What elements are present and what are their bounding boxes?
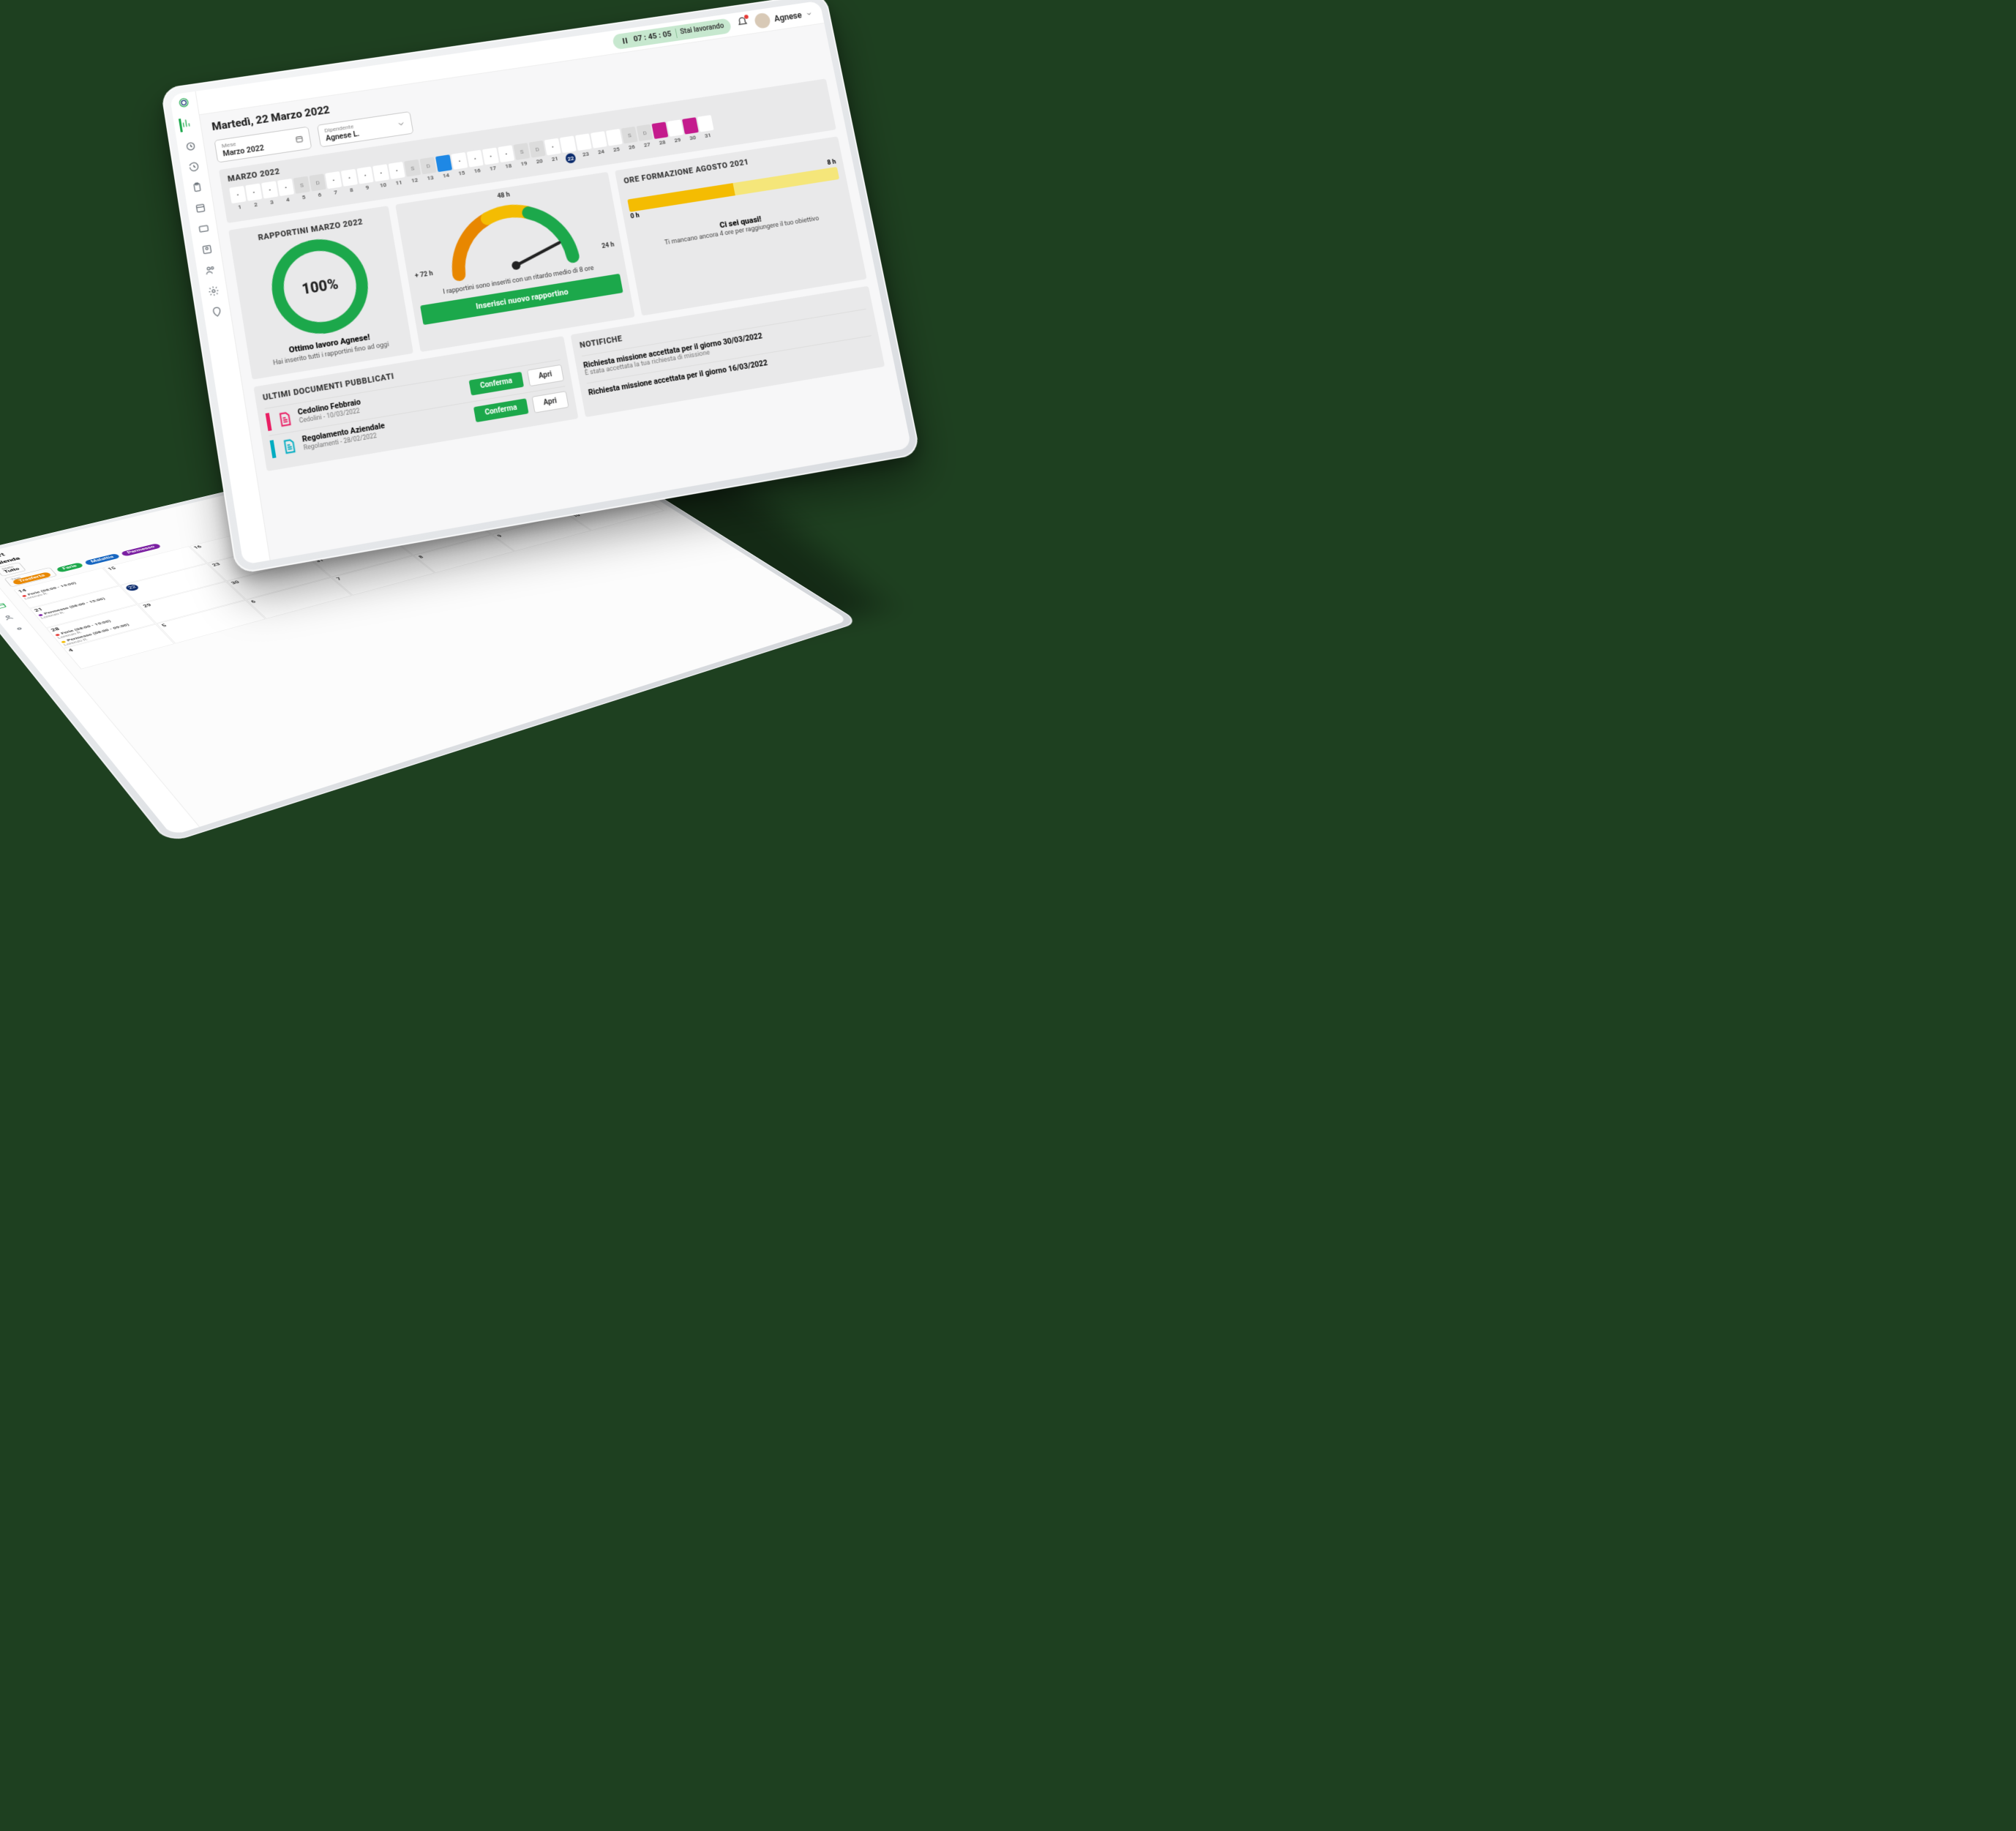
history-icon[interactable] xyxy=(187,161,200,173)
document-icon xyxy=(280,436,299,457)
calendar-icon[interactable] xyxy=(0,602,8,610)
confirm-button[interactable]: Conferma xyxy=(469,372,524,396)
user-menu[interactable]: Agnese xyxy=(754,6,814,29)
open-button[interactable]: Apri xyxy=(531,391,569,413)
contacts-icon[interactable] xyxy=(201,243,213,255)
rapportini-card: RAPPORTINI MARZO 2022 100% Ottimo lavoro… xyxy=(228,206,413,379)
chevron-down-icon xyxy=(396,119,406,129)
calendar-icon[interactable] xyxy=(194,202,206,214)
pause-icon xyxy=(619,35,631,46)
chevron-down-icon xyxy=(805,10,813,17)
document-icon xyxy=(275,409,294,430)
users-icon[interactable] xyxy=(204,264,217,277)
map-pin-icon[interactable] xyxy=(211,306,223,318)
sidebar-item-dashboard[interactable] xyxy=(179,117,194,132)
logo-icon xyxy=(178,97,190,109)
user-name: Agnese xyxy=(773,10,803,23)
open-button[interactable]: Apri xyxy=(527,364,564,386)
timer-status: Stai lavorando xyxy=(680,22,725,36)
timer-value: 07 : 45 : 05 xyxy=(633,29,672,44)
progress-value: 100% xyxy=(301,275,340,298)
gear-icon[interactable] xyxy=(207,285,220,297)
card-icon[interactable] xyxy=(198,222,210,235)
progress-ring: 100% xyxy=(265,233,375,341)
gear-icon[interactable] xyxy=(11,624,27,633)
gauge-card: 48 h + 72 h 24 h xyxy=(395,172,635,352)
calendar-icon xyxy=(294,134,304,143)
front-tablet: 07 : 45 : 05 Stai lavorando Agnese xyxy=(160,0,921,574)
clock-icon[interactable] xyxy=(184,141,197,153)
ore-formazione-card: ORE FORMAZIONE AGOSTO 2021 8 h 0 h Ci se… xyxy=(615,136,867,315)
avatar xyxy=(754,12,771,29)
clipboard-icon[interactable] xyxy=(191,181,203,194)
confirm-button[interactable]: Conferma xyxy=(473,398,528,422)
notifications-button[interactable] xyxy=(736,15,750,31)
chip-ferie[interactable]: Ferie xyxy=(56,562,84,572)
users-icon[interactable] xyxy=(1,613,18,622)
